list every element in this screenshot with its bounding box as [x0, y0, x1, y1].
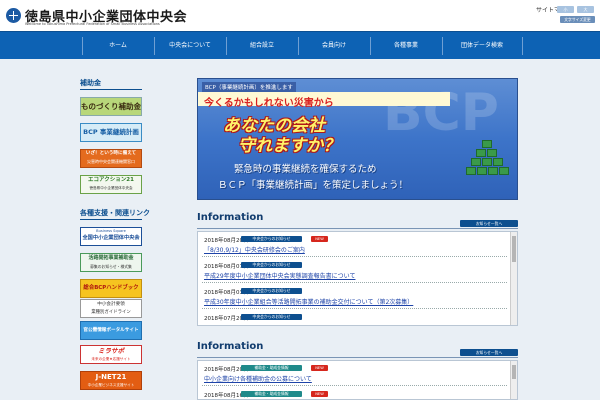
new-badge: NEW [311, 391, 328, 397]
new-badge: NEW [311, 365, 328, 371]
news-link[interactable]: 平成29年度中小企業団体中央会実態調査報告書について [204, 271, 355, 280]
banner-disaster[interactable]: いざ！という時に備えて 災害時中央会関連機関窓口 [80, 149, 142, 168]
banner-label: 活路開拓事業補助金 [88, 255, 134, 261]
info-list-button[interactable]: お知らせ一覧へ [460, 220, 518, 227]
banner-mirasapo[interactable]: ミラサポ 未来の企業★応援サイト [80, 345, 142, 364]
banner-label: 全国中小企業団体中央会 [82, 235, 140, 241]
banner-ecoaction[interactable]: エコアクション21 徳島県中小企業団体中央会 [80, 175, 142, 194]
nav-item-establish[interactable]: 組合設立 [226, 32, 298, 60]
info-list: 2018年08月20日 補助金・助成金情報 NEW 中小企業向け各種補助金の公募… [197, 360, 518, 400]
banner-sub: 募集のお知らせ・様式集 [90, 264, 132, 269]
row-category-badge: 中央会からのお知らせ [241, 236, 302, 242]
banner-label: J-NET21 [95, 373, 127, 381]
news-link[interactable]: 平成30年度中小企業組合等活路開拓事業の補助金交付について（第2次募集） [204, 297, 413, 306]
banner-label: いざ！という時に備えて [85, 151, 137, 156]
banner-bcp[interactable]: BCP 事業継続計画 [80, 123, 142, 142]
banner-label: ものづくり補助金 [81, 102, 141, 111]
info-heading: Information [197, 212, 264, 223]
news-link[interactable]: 「8/30,9/12」中央会研修会のご案内 [204, 245, 305, 254]
banner-sub: 業種別ガイドライン [91, 310, 131, 315]
banner-kaikei[interactable]: 中小会計要領 業種別ガイドライン [80, 299, 142, 318]
banner-sub: 未来の企業★応援サイト [91, 357, 131, 361]
font-small-button[interactable]: 小 [557, 6, 574, 13]
banner-label: ミラサポ [98, 347, 124, 355]
hero-big-line2: 守れますか？ [238, 136, 340, 156]
sidebar-heading-links: 各種支援・関連リンク [80, 209, 150, 217]
nav-item-home[interactable]: ホーム [82, 32, 154, 60]
banner-label: 中小会計要領 [97, 302, 125, 307]
banner-label: 総合BCPハンドブック [83, 285, 139, 291]
row-category-badge: 中央会からのお知らせ [241, 262, 302, 268]
banner-monozukuri[interactable]: ものづくり補助金 [80, 97, 142, 116]
logo-icon[interactable] [6, 8, 21, 23]
info-list: 2018年08月20日 中央会からのお知らせ NEW 「8/30,9/12」中央… [197, 231, 518, 326]
banner-label: 官公需情報ポータルサイト [83, 328, 139, 333]
scroll-thumb[interactable] [512, 236, 516, 262]
site-subtitle: Welcome to Tokushima Prefectural Federat… [25, 22, 160, 26]
banner-zenkoku[interactable]: Business Square 全国中小企業団体中央会 [80, 227, 142, 246]
hero-tag: BCP（事業継続計画）を推進します [202, 82, 296, 92]
banner-sub: 中小企業ビジネス支援サイト [87, 383, 135, 387]
nav-item-search[interactable]: 団体データ検索 [442, 32, 522, 60]
divider [80, 89, 142, 90]
hero-subline2: ＢＣＰ「事業継続計画」を策定しましょう！ [218, 180, 409, 191]
banner-sub: 災害時中央会関連機関窓口 [87, 159, 135, 164]
divider [197, 228, 518, 229]
row-category-badge: 中央会からのお知らせ [241, 288, 302, 294]
site-header: 徳島県中小企業団体中央会 Welcome to Tokushima Prefec… [0, 0, 600, 31]
banner-katsuro[interactable]: 活路開拓事業補助金 募集のお知らせ・様式集 [80, 253, 142, 272]
scroll-thumb[interactable] [512, 365, 516, 379]
info-heading: Information [197, 341, 264, 352]
hero-headline: 今くるかもしれない災害から [204, 98, 334, 109]
news-link[interactable]: 中小企業向け各種補助金の公募について [204, 374, 312, 383]
font-size-button[interactable]: 文字サイズ変更 [560, 16, 595, 23]
banner-sub: 徳島県中小企業団体中央会 [89, 186, 133, 190]
banner-label: エコアクション21 [88, 177, 134, 183]
sidebar-heading-subsidy: 補助金 [80, 79, 101, 87]
bcp-blocks-icon [466, 139, 511, 177]
banner-jnet21[interactable]: J-NET21 中小企業ビジネス支援サイト [80, 371, 142, 390]
scrollbar[interactable] [510, 361, 517, 399]
banner-label: BCP 事業継続計画 [83, 128, 139, 136]
divider [197, 357, 518, 358]
row-category-badge: 補助金・助成金情報 [241, 365, 302, 371]
divider [80, 219, 142, 220]
nav-item-projects[interactable]: 各種事業 [370, 32, 442, 60]
new-badge: NEW [311, 236, 328, 242]
global-nav: ホーム 中央会について 組合設立 会員向け 各種事業 団体データ検索 [0, 31, 600, 59]
scrollbar[interactable] [510, 232, 517, 325]
banner-bcp-handbook[interactable]: 総合BCPハンドブック [80, 279, 142, 298]
row-category-badge: 補助金・助成金情報 [241, 391, 302, 397]
hero-subline1: 緊急時の事業継続を確保するため [234, 164, 377, 175]
banner-kankoju[interactable]: 官公需情報ポータルサイト [80, 321, 142, 340]
info-list-button[interactable]: お知らせ一覧へ [460, 349, 518, 356]
row-category-badge: 中央会からのお知らせ [241, 314, 302, 320]
font-large-button[interactable]: 大 [577, 6, 594, 13]
hero-bcp-banner[interactable]: BCP BCP（事業継続計画）を推進します 今くるかもしれない災害から あなたの… [197, 78, 518, 200]
nav-item-members[interactable]: 会員向け [298, 32, 370, 60]
nav-item-about[interactable]: 中央会について [154, 32, 226, 60]
